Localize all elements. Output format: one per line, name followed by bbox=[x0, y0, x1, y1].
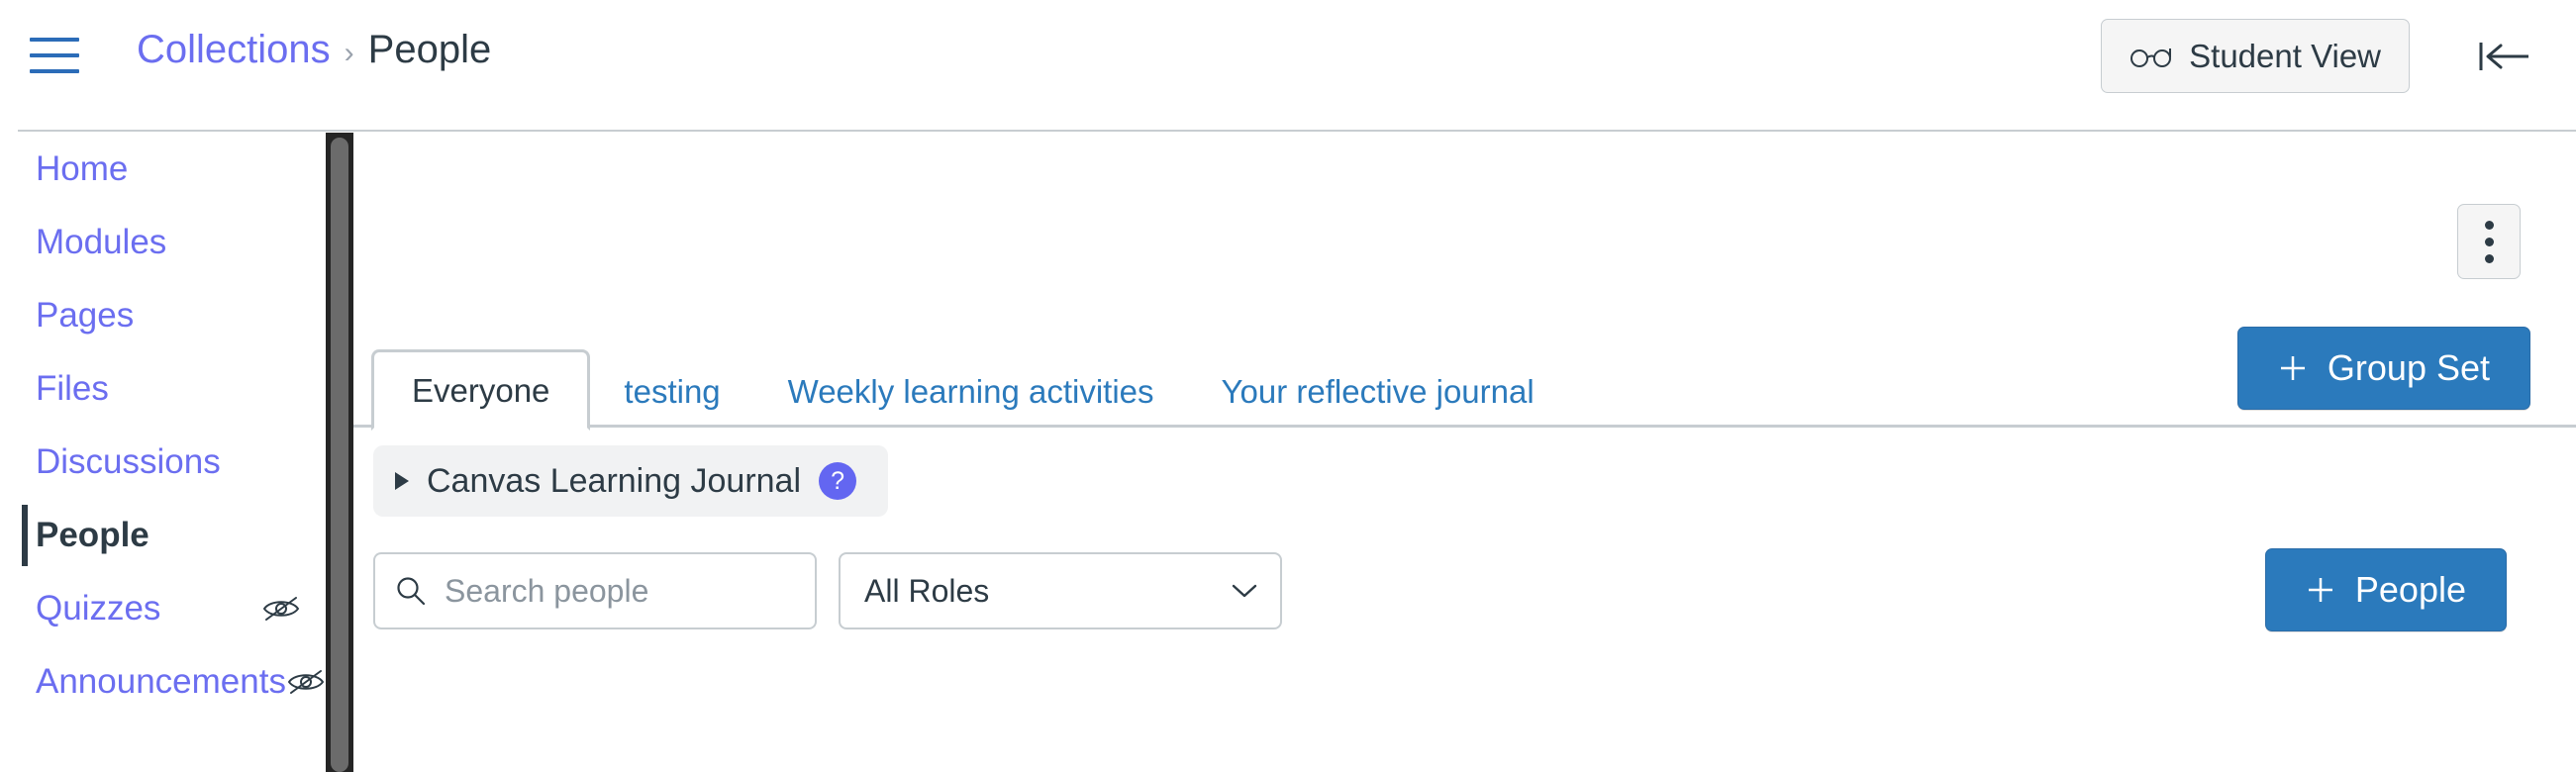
sidebar-item-quizzes[interactable]: Quizzes bbox=[0, 572, 327, 645]
roles-filter-select[interactable]: All Roles bbox=[839, 552, 1282, 629]
sidebar-item-label: Pages bbox=[36, 296, 135, 335]
hamburger-icon[interactable] bbox=[30, 37, 79, 74]
add-people-label: People bbox=[2354, 569, 2466, 610]
help-icon[interactable]: ? bbox=[819, 462, 857, 500]
canvas-learning-journal-row[interactable]: Canvas Learning Journal ? bbox=[373, 445, 889, 517]
hamburger-bar bbox=[30, 69, 79, 73]
sidebar-item-announcements[interactable]: Announcements bbox=[0, 645, 327, 719]
eye-off-icon bbox=[262, 597, 300, 621]
plus-icon bbox=[2308, 578, 2332, 602]
sidebar-item-label: Home bbox=[36, 149, 129, 188]
top-header: Collections › People Student View bbox=[0, 0, 2576, 132]
breadcrumb-link-collections[interactable]: Collections bbox=[137, 28, 331, 72]
main-content: Everyone testing Weekly learning activitie… bbox=[353, 133, 2576, 772]
breadcrumb-current-people: People bbox=[367, 28, 492, 71]
tab-list: Everyone testing Weekly learning activitie… bbox=[371, 349, 1568, 431]
header-divider bbox=[18, 130, 2576, 132]
add-people-button[interactable]: People bbox=[2264, 548, 2507, 631]
sidebar-item-modules[interactable]: Modules bbox=[0, 206, 327, 279]
kebab-dot bbox=[2484, 220, 2494, 230]
breadcrumb: Collections › People bbox=[137, 28, 491, 72]
sidebar-item-label: People bbox=[36, 516, 149, 554]
search-icon bbox=[397, 577, 426, 606]
student-view-button[interactable]: Student View bbox=[2101, 19, 2410, 93]
eye-off-icon bbox=[287, 670, 325, 694]
chevron-down-icon bbox=[1232, 584, 1257, 598]
caret-right-icon bbox=[395, 472, 409, 490]
hamburger-bar bbox=[30, 38, 79, 42]
sidebar-item-label: Discussions bbox=[36, 442, 221, 481]
sidebar-item-label: Quizzes bbox=[36, 589, 161, 627]
tab-strip-divider bbox=[353, 425, 2576, 428]
collapse-panel-icon[interactable] bbox=[2475, 28, 2536, 85]
search-people-box[interactable] bbox=[373, 552, 817, 629]
add-group-set-label: Group Set bbox=[2327, 347, 2490, 388]
tab-your-reflective-journal[interactable]: Your reflective journal bbox=[1188, 355, 1568, 428]
glasses-icon bbox=[2130, 48, 2172, 67]
plus-icon bbox=[2280, 356, 2305, 380]
sidebar-item-label: Files bbox=[36, 369, 109, 408]
hamburger-bar bbox=[30, 53, 79, 57]
tab-everyone: Everyone bbox=[371, 349, 591, 431]
tab-weekly-learning-activities[interactable]: Weekly learning activities bbox=[754, 355, 1188, 428]
roles-filter-value: All Roles bbox=[864, 572, 990, 609]
collapse-arrow-glyph bbox=[2479, 43, 2528, 70]
kebab-dot bbox=[2484, 253, 2494, 263]
canvas-learning-journal-label: Canvas Learning Journal bbox=[427, 461, 802, 500]
search-input[interactable] bbox=[443, 571, 795, 611]
tab-testing[interactable]: testing bbox=[590, 355, 753, 428]
sidebar-item-pages[interactable]: Pages bbox=[0, 279, 327, 352]
sidebar-item-discussions[interactable]: Discussions bbox=[0, 426, 327, 499]
sidebar-scrollbar-thumb[interactable] bbox=[331, 138, 348, 772]
sidebar-item-label: Announcements bbox=[36, 662, 286, 701]
sidebar-item-people: People bbox=[0, 499, 327, 572]
course-navigation-sidebar: Home Modules Pages Files Discussions People Qu… bbox=[0, 133, 327, 772]
sidebar-item-home[interactable]: Home bbox=[0, 133, 327, 206]
sidebar-item-label: Modules bbox=[36, 223, 167, 261]
add-group-set-button[interactable]: Group Set bbox=[2236, 327, 2530, 410]
more-options-icon[interactable] bbox=[2457, 204, 2521, 279]
kebab-dot bbox=[2484, 237, 2494, 246]
student-view-label: Student View bbox=[2189, 37, 2381, 74]
breadcrumb-separator: › bbox=[344, 37, 354, 69]
sidebar-item-files[interactable]: Files bbox=[0, 352, 327, 426]
